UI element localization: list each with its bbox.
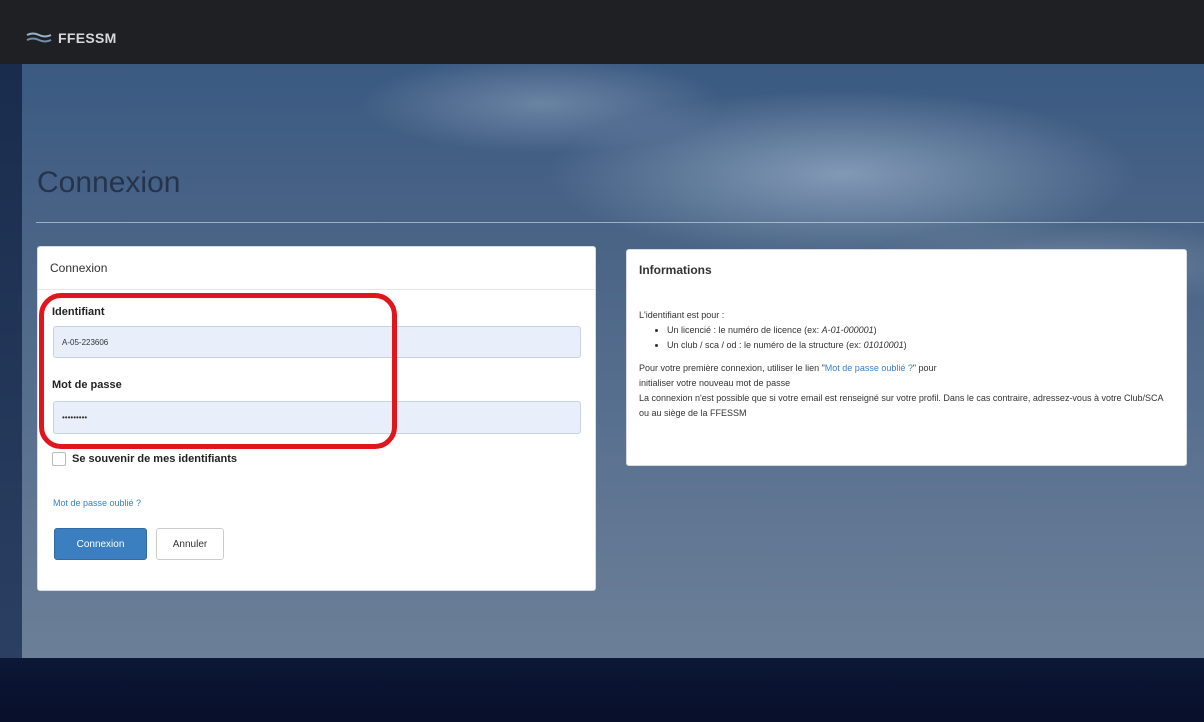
- title-divider: [36, 222, 1204, 223]
- password-value: •••••••••: [62, 413, 88, 422]
- info-panel: Informations L'identifiant est pour : Un…: [626, 249, 1187, 466]
- login-panel: Connexion Identifiant A-05-223606 Mot de…: [37, 246, 596, 591]
- info-panel-heading: Informations: [639, 262, 712, 277]
- info-forgot-password-link[interactable]: Mot de passe oublié ?: [825, 363, 913, 373]
- remember-me-label: Se souvenir de mes identifiants: [72, 453, 238, 465]
- identifier-label: Identifiant: [52, 306, 105, 318]
- first-login-note: Pour votre première connexion, utiliser …: [639, 363, 937, 388]
- identifier-input[interactable]: A-05-223606: [53, 326, 581, 358]
- background-edge: [0, 64, 22, 658]
- ffessm-logo-icon: [26, 32, 52, 43]
- top-navbar: FFESSM: [0, 0, 1204, 64]
- info-intro: L'identifiant est pour :: [639, 310, 725, 320]
- brand-name: FFESSM: [58, 30, 117, 46]
- page-title: Connexion: [37, 166, 181, 199]
- forgot-password-link[interactable]: Mot de passe oublié ?: [53, 498, 141, 508]
- login-panel-heading: Connexion: [38, 247, 595, 290]
- password-input[interactable]: •••••••••: [53, 401, 581, 434]
- remember-me-checkbox[interactable]: [52, 452, 66, 466]
- email-note: La connexion n'est possible que si votre…: [639, 393, 1163, 418]
- identifier-value: A-05-223606: [62, 337, 109, 347]
- info-body: L'identifiant est pour : Un licencié : l…: [639, 308, 1174, 421]
- identifier-format-list: Un licencié : le numéro de licence (ex: …: [639, 323, 1174, 353]
- remember-me-row[interactable]: Se souvenir de mes identifiants: [52, 452, 237, 466]
- list-item: Un licencié : le numéro de licence (ex: …: [667, 323, 1174, 338]
- cancel-button[interactable]: Annuler: [156, 528, 224, 560]
- footer-background: [0, 658, 1204, 722]
- login-submit-button[interactable]: Connexion: [54, 528, 147, 560]
- list-item: Un club / sca / od : le numéro de la str…: [667, 338, 1174, 353]
- brand-logo[interactable]: FFESSM: [26, 26, 117, 50]
- password-label: Mot de passe: [52, 379, 122, 391]
